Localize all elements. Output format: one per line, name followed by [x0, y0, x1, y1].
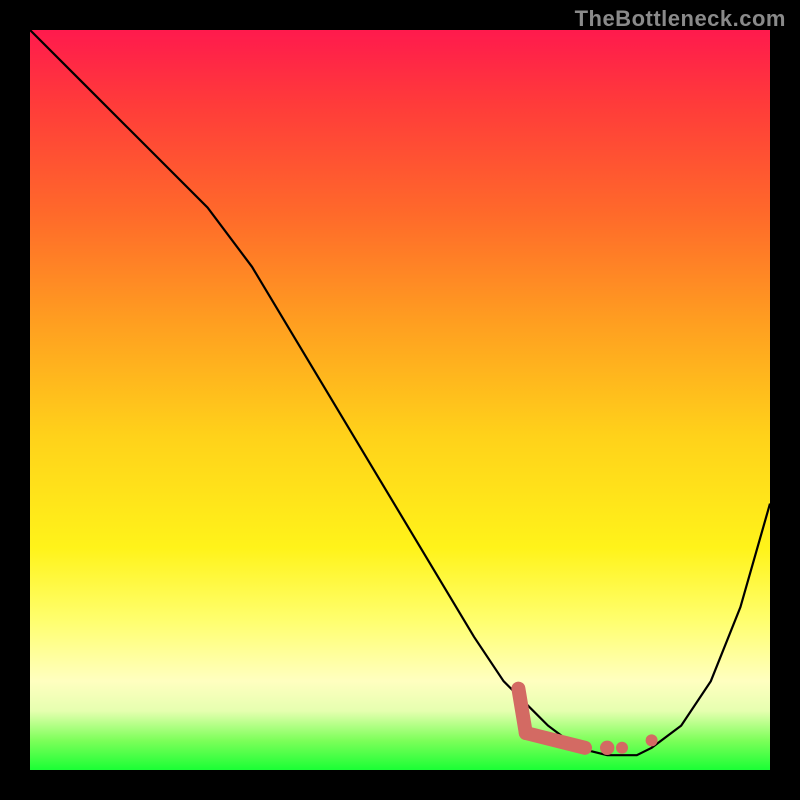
- marker-dot: [646, 734, 658, 746]
- marker-dot: [616, 742, 628, 754]
- watermark-text: TheBottleneck.com: [575, 6, 786, 32]
- plot-area: [30, 30, 770, 770]
- marker-dot: [600, 741, 614, 755]
- chart-container: TheBottleneck.com: [0, 0, 800, 800]
- bottleneck-curve: [30, 30, 770, 755]
- curve-markers: [518, 689, 657, 755]
- marker-segment: [526, 733, 585, 748]
- curve-layer: [30, 30, 770, 770]
